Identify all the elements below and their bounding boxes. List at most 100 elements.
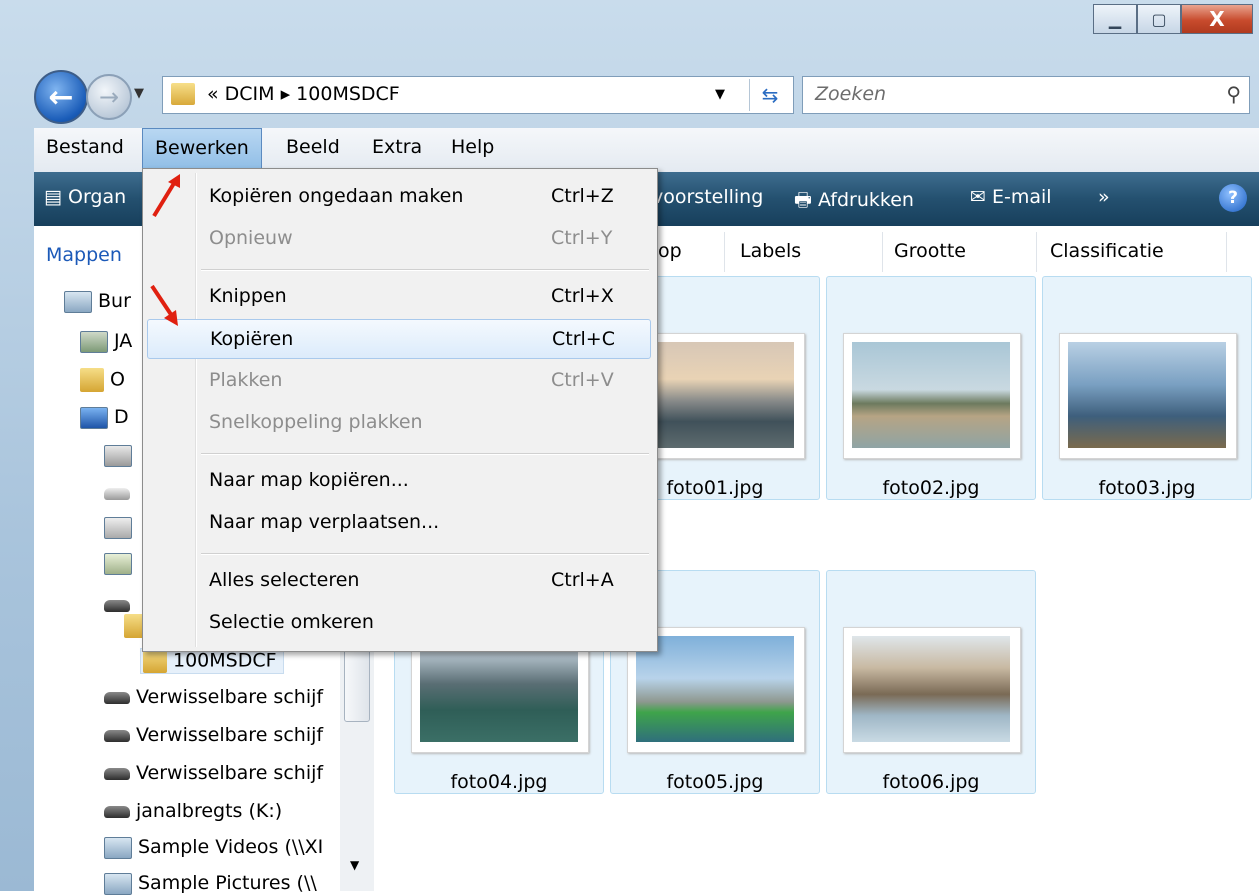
refresh-button[interactable]: ⇆ (749, 79, 790, 111)
printer-icon: 🖶 (794, 189, 818, 211)
fishing-boat-photo (636, 636, 794, 742)
menu-item-shortcut: Ctrl+X (551, 285, 614, 307)
menu-bar: Bestand Bewerken Beeld Extra Help (34, 128, 1259, 173)
print-button[interactable]: 🖶 Afdrukken (794, 186, 914, 218)
card-reader-icon (104, 552, 132, 575)
thumbnail (1059, 333, 1237, 459)
search-input[interactable]: Zoeken (815, 83, 886, 105)
tree-item-drive[interactable] (104, 482, 136, 504)
menu-item-label: Opnieuw (209, 227, 293, 249)
tree-label: D (114, 406, 129, 428)
tree-label: Bur (98, 290, 131, 312)
file-name: foto04.jpg (450, 771, 548, 793)
tree-item-removable-1[interactable]: Verwisselbare schijf (104, 686, 323, 708)
tree-item-sample-pictures[interactable]: Sample Pictures (\\ (104, 872, 317, 895)
dvd-drive-icon (104, 516, 132, 539)
file-name: foto03.jpg (1098, 477, 1196, 499)
tree-item-removable-3[interactable]: Verwisselbare schijf (104, 762, 323, 784)
email-button[interactable]: ✉ E-mail (970, 186, 1052, 208)
menu-item-redo[interactable]: Opnieuw Ctrl+Y (147, 219, 651, 259)
tree-label: O (110, 368, 125, 391)
tree-item-public[interactable]: O (80, 368, 125, 392)
search-icon[interactable]: ⚲ (1226, 82, 1241, 106)
menu-item-copy-to-folder[interactable]: Naar map kopiëren... (147, 461, 651, 501)
column-header-size[interactable]: Grootte (894, 240, 966, 262)
menu-separator (201, 453, 649, 455)
tree-label: Verwisselbare schijf (136, 686, 324, 708)
menu-item-label: Kopiëren (210, 328, 294, 350)
menu-item-move-to-folder[interactable]: Naar map verplaatsen... (147, 503, 651, 543)
menu-help[interactable]: Help (451, 136, 494, 158)
menu-extra[interactable]: Extra (372, 136, 422, 158)
tree-item-removable[interactable] (104, 594, 136, 616)
tree-item-sample-videos[interactable]: Sample Videos (\\XI (104, 836, 323, 859)
folders-header[interactable]: Mappen (46, 244, 122, 266)
column-header-rating[interactable]: Classificatie (1050, 240, 1164, 262)
file-name: foto05.jpg (666, 771, 764, 793)
recent-pages-dropdown[interactable]: ▼ (134, 86, 144, 101)
tree-label: Sample Videos (\\XI (138, 836, 324, 858)
forward-button[interactable]: → (86, 74, 132, 120)
file-tile-foto02[interactable]: foto02.jpg (826, 276, 1036, 500)
address-dropdown-icon[interactable]: ▼ (715, 87, 725, 102)
annotation-arrow-down-icon (150, 284, 178, 326)
tree-item-desktop[interactable]: Bur (64, 290, 131, 313)
tree-label: janalbregts (K:) (136, 800, 283, 822)
tree-item-windows-drive[interactable] (104, 444, 138, 467)
print-label: Afdrukken (817, 189, 914, 211)
column-header-labels[interactable]: Labels (740, 240, 801, 262)
menu-item-shortcut: Ctrl+A (551, 569, 614, 591)
tree-item-removable-2[interactable]: Verwisselbare schijf (104, 724, 323, 746)
folder-icon (143, 649, 167, 673)
minimize-button[interactable]: ▁ (1093, 4, 1137, 34)
pier-photo (1068, 342, 1226, 448)
menu-item-label: Kopiëren ongedaan maken (209, 185, 464, 207)
menu-item-paste[interactable]: Plakken Ctrl+V (147, 361, 651, 401)
file-tile-foto03[interactable]: foto03.jpg (1042, 276, 1252, 500)
tree-label: Verwisselbare schijf (136, 762, 324, 784)
menu-item-shortcut: Ctrl+Z (551, 185, 614, 207)
tree-item-user[interactable]: JA (80, 330, 132, 353)
menu-beeld[interactable]: Beeld (286, 136, 340, 158)
menu-item-shortcut: Ctrl+C (552, 328, 615, 350)
back-button[interactable]: ← (34, 70, 88, 124)
tree-item-dvd[interactable] (104, 516, 138, 539)
address-path[interactable]: « DCIM ▸ 100MSDCF (207, 83, 400, 105)
menu-item-select-all[interactable]: Alles selecteren Ctrl+A (147, 561, 651, 601)
more-commands-button[interactable]: » (1098, 186, 1110, 208)
menu-item-invert-selection[interactable]: Selectie omkeren (147, 603, 651, 643)
network-drive-icon (104, 872, 132, 895)
breakwater-photo (852, 636, 1010, 742)
scroll-down-icon[interactable]: ▼ (350, 858, 359, 872)
folder-icon (80, 368, 104, 392)
menu-item-undo-copy[interactable]: Kopiëren ongedaan maken Ctrl+Z (147, 177, 651, 217)
slideshow-button[interactable]: voorstelling (652, 186, 763, 208)
menu-item-paste-shortcut[interactable]: Snelkoppeling plakken (147, 403, 651, 443)
file-tile-foto06[interactable]: foto06.jpg (826, 570, 1036, 794)
tree-item-computer[interactable]: D (80, 406, 129, 429)
search-box[interactable]: Zoeken ⚲ (802, 76, 1250, 114)
email-label: E-mail (991, 186, 1052, 208)
tree-label: Verwisselbare schijf (136, 724, 324, 746)
thumbnail (843, 627, 1021, 753)
maximize-icon: ▢ (1151, 9, 1167, 29)
tree-item-card[interactable] (104, 552, 138, 575)
windows-drive-icon (104, 444, 132, 467)
column-header-date[interactable]: op (658, 240, 682, 262)
menu-bewerken[interactable]: Bewerken (142, 128, 262, 172)
tree-label: JA (114, 330, 133, 352)
help-icon[interactable]: ? (1219, 184, 1247, 212)
network-drive-icon (104, 836, 132, 859)
column-separator (724, 232, 725, 272)
menu-bestand[interactable]: Bestand (46, 136, 124, 158)
tree-item-janalbregts[interactable]: janalbregts (K:) (104, 800, 282, 822)
menu-separator (201, 553, 649, 555)
edit-menu-dropdown: Kopiëren ongedaan maken Ctrl+Z Opnieuw Ctr… (142, 168, 658, 652)
tree-label: 100MSDCF (173, 649, 277, 672)
close-button[interactable]: X (1181, 4, 1253, 34)
maximize-button[interactable]: ▢ (1137, 4, 1181, 34)
organize-button[interactable]: ▤ Organ (44, 186, 126, 208)
address-bar[interactable]: « DCIM ▸ 100MSDCF ▼ ⇆ (162, 76, 794, 114)
menu-item-cut[interactable]: Knippen Ctrl+X (147, 277, 651, 317)
menu-item-copy[interactable]: Kopiëren Ctrl+C (147, 319, 651, 359)
